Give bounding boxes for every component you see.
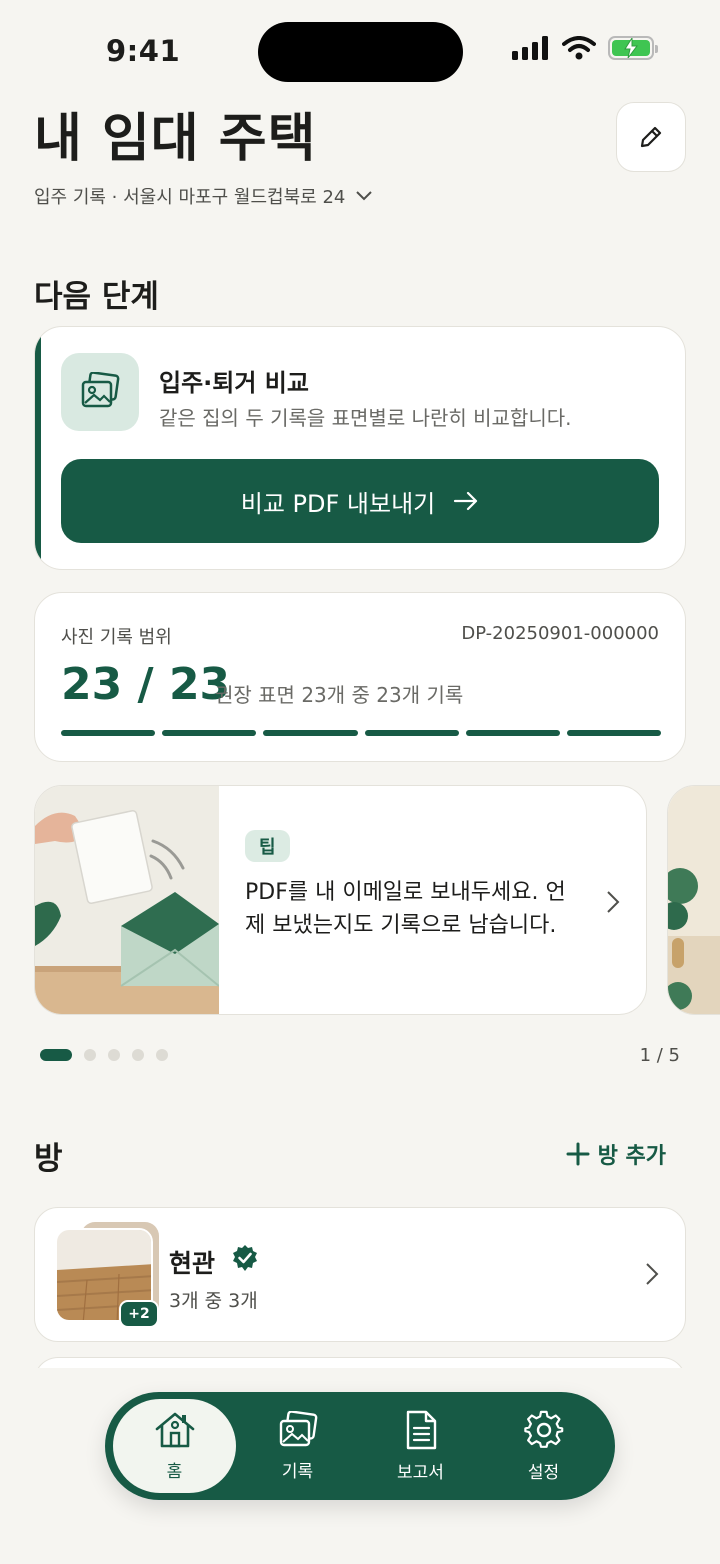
tab-home[interactable]: 홈 bbox=[113, 1399, 236, 1493]
photos-icon bbox=[81, 372, 120, 408]
section-title-rooms: 방 bbox=[34, 1141, 63, 1177]
tab-reports-label: 보고서 bbox=[397, 1462, 444, 1483]
email-envelope-illustration bbox=[35, 786, 219, 1014]
next-tip-card-peek[interactable] bbox=[667, 785, 720, 1015]
edit-button[interactable] bbox=[616, 102, 686, 172]
tab-settings-label: 설정 bbox=[527, 1462, 560, 1483]
page-title: 내 임대 주택 bbox=[34, 109, 317, 169]
tip-card[interactable]: 팁 PDF를 내 이메일로 보내두세요. 언제 보냈는지도 기록으로 남습니다. bbox=[34, 785, 647, 1015]
photo-range-count: 23 / 23 bbox=[61, 659, 231, 710]
tab-bar: 홈 기록 보고서 설정 bbox=[105, 1392, 615, 1500]
status-time: 9:41 bbox=[106, 34, 181, 68]
carousel-page-indicator: 1 / 5 bbox=[639, 1045, 680, 1066]
battery-icon bbox=[608, 36, 658, 60]
verified-check-icon bbox=[233, 1245, 257, 1271]
progress-segment bbox=[61, 730, 156, 736]
gear-icon bbox=[523, 1410, 563, 1448]
carousel-dots bbox=[40, 1049, 168, 1061]
chevron-right-icon bbox=[646, 1263, 659, 1285]
photo-range-description: 권장 표면 23개 중 23개 기록 bbox=[215, 683, 464, 707]
room-photo-count: 3개 중 3개 bbox=[169, 1290, 258, 1312]
tab-home-label: 홈 bbox=[166, 1461, 183, 1482]
export-compare-pdf-button[interactable]: 비교 PDF 내보내기 bbox=[61, 459, 659, 543]
photo-range-card: 사진 기록 범위 DP-20250901-000000 23 / 23 권장 표… bbox=[34, 592, 686, 762]
house-illustration bbox=[668, 786, 720, 1014]
progress-segment bbox=[263, 730, 358, 736]
export-button-label: 비교 PDF 내보내기 bbox=[240, 489, 436, 518]
document-icon bbox=[406, 1410, 436, 1449]
photo-range-label: 사진 기록 범위 bbox=[61, 627, 172, 648]
tab-reports[interactable]: 보고서 bbox=[359, 1399, 482, 1493]
photos-icon bbox=[279, 1410, 317, 1446]
dynamic-island bbox=[258, 22, 463, 82]
add-room-label: 방 추가 bbox=[597, 1144, 666, 1169]
compare-title: 입주·퇴거 비교 bbox=[159, 369, 309, 397]
section-title-next-step: 다음 단계 bbox=[34, 279, 159, 315]
progress-segment bbox=[162, 730, 257, 736]
compare-subtitle: 같은 집의 두 기록을 표면별로 나란히 비교합니다. bbox=[159, 406, 572, 430]
tab-settings[interactable]: 설정 bbox=[482, 1399, 605, 1493]
photos-icon-tile bbox=[61, 353, 139, 431]
record-code: DP-20250901-000000 bbox=[461, 623, 659, 644]
carousel-dot[interactable] bbox=[108, 1049, 120, 1061]
carousel-dot[interactable] bbox=[84, 1049, 96, 1061]
arrow-right-icon bbox=[454, 491, 478, 511]
tab-records[interactable]: 기록 bbox=[236, 1399, 359, 1493]
compare-card[interactable]: 입주·퇴거 비교 같은 집의 두 기록을 표면별로 나란히 비교합니다. 비교 … bbox=[34, 326, 686, 570]
add-room-button[interactable]: 방 추가 bbox=[566, 1138, 666, 1170]
room-name: 현관 bbox=[169, 1249, 216, 1278]
pencil-icon bbox=[640, 126, 662, 148]
carousel-dot[interactable] bbox=[156, 1049, 168, 1061]
tip-badge: 팁 bbox=[245, 830, 290, 862]
carousel-dot[interactable] bbox=[40, 1049, 72, 1061]
progress-segment bbox=[566, 730, 662, 736]
extra-photos-badge: +2 bbox=[119, 1300, 159, 1328]
tab-records-label: 기록 bbox=[281, 1461, 314, 1482]
progress-segment bbox=[465, 730, 560, 736]
room-card[interactable]: +2 현관 3개 중 3개 bbox=[34, 1207, 686, 1342]
photo-range-progress bbox=[61, 730, 662, 736]
status-icons bbox=[512, 36, 658, 60]
address-selector[interactable]: 입주 기록 · 서울시 마포구 월드컵북로 24 bbox=[34, 183, 373, 209]
tip-text: PDF를 내 이메일로 보내두세요. 언제 보냈는지도 기록으로 남습니다. bbox=[245, 880, 566, 938]
wifi-icon bbox=[562, 36, 596, 60]
home-screen: 9:41 내 임대 주택 입주 기록 · 서울시 마포구 월드컵북로 24 다음… bbox=[0, 0, 720, 1564]
house-icon bbox=[155, 1412, 194, 1447]
chevron-right-icon bbox=[607, 891, 620, 913]
carousel-dot[interactable] bbox=[132, 1049, 144, 1061]
plus-icon bbox=[566, 1142, 590, 1166]
progress-segment bbox=[364, 730, 459, 736]
cellular-signal-icon bbox=[512, 36, 548, 60]
address-text: 입주 기록 · 서울시 마포구 월드컵북로 24 bbox=[34, 187, 346, 208]
chevron-down-icon bbox=[356, 191, 373, 201]
